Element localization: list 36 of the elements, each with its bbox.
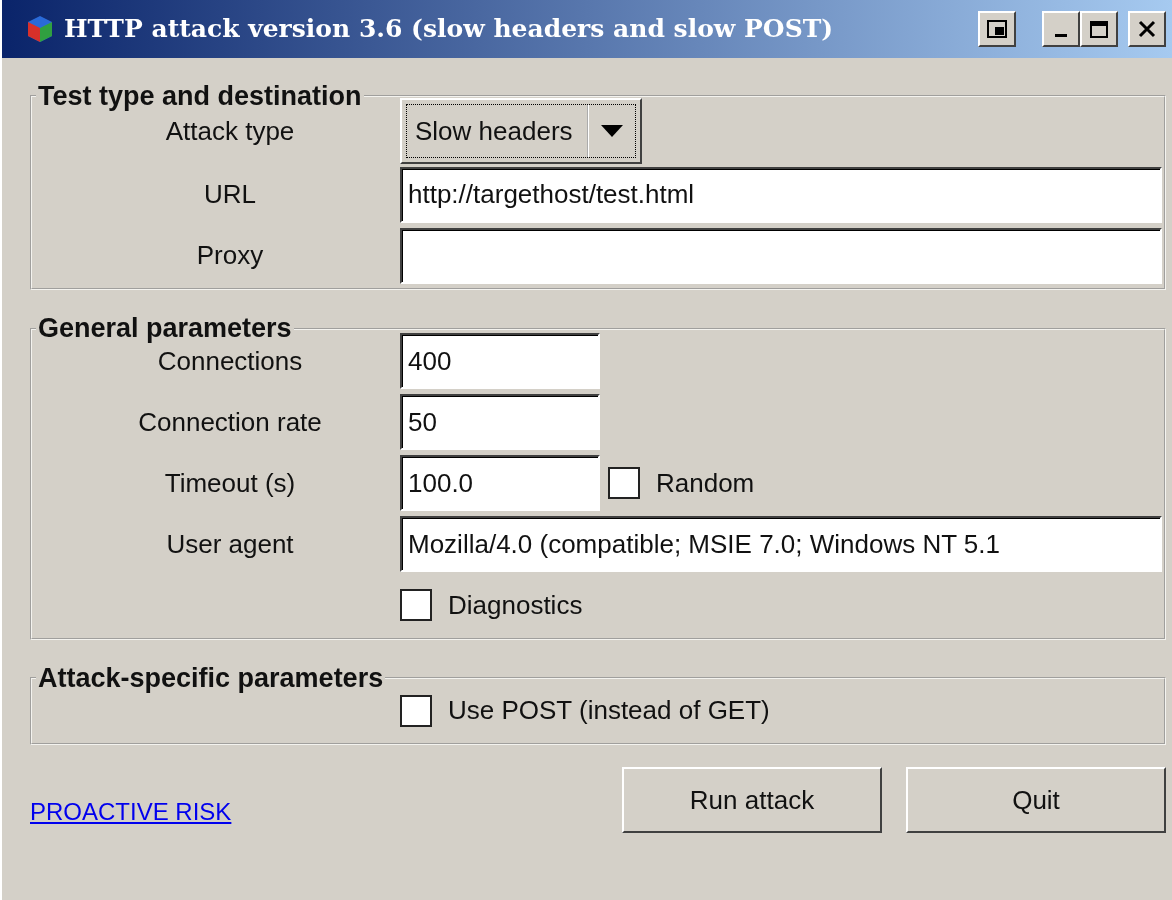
field-label: Attack type xyxy=(164,114,296,148)
close-button[interactable] xyxy=(1128,11,1166,47)
maximize-button[interactable] xyxy=(1080,11,1118,47)
input-field[interactable] xyxy=(400,227,1162,284)
field-label: Connection rate xyxy=(137,405,323,439)
group-title: Attack-specific parameters xyxy=(37,661,385,695)
button[interactable]: Run attack xyxy=(622,767,882,834)
link[interactable]: PROACTIVE RISK xyxy=(30,794,232,831)
input-field[interactable]: http://targethost/test.html xyxy=(400,166,1162,223)
button[interactable]: Quit xyxy=(906,767,1166,834)
checkbox[interactable] xyxy=(400,694,432,727)
cube-icon xyxy=(26,14,54,44)
field-label: User agent xyxy=(165,527,295,561)
checkbox[interactable] xyxy=(400,589,432,622)
minimize-icon xyxy=(1055,34,1067,37)
minimize-button[interactable] xyxy=(1042,11,1080,47)
field-label: Proxy xyxy=(195,239,265,273)
window-icon xyxy=(986,19,1008,39)
input-field[interactable]: 100.0 xyxy=(400,455,600,512)
field-label: URL xyxy=(203,178,257,212)
checkbox[interactable] xyxy=(608,467,640,500)
group-title: General parameters xyxy=(37,312,293,345)
field-label: Connections xyxy=(156,344,304,378)
close-icon xyxy=(1137,19,1157,39)
maximize-icon xyxy=(1089,19,1109,39)
window-title: HTTP attack version 3.6 (slow headers and slow POST) xyxy=(64,13,835,46)
input-field[interactable]: Mozilla/4.0 (compatible; MSIE 7.0; Windows NT 5.1 xyxy=(400,516,1162,573)
input-field[interactable]: 50 xyxy=(400,394,600,451)
checkbox-label: Use POST (instead of GET) xyxy=(448,694,770,728)
restore-button[interactable] xyxy=(978,11,1016,47)
input-field[interactable]: 400 xyxy=(400,333,600,390)
field-label: Timeout (s) xyxy=(163,466,297,500)
dropdown[interactable]: Slow headers xyxy=(400,98,642,165)
checkbox-label: Random xyxy=(656,466,755,500)
group-title: Test type and destination xyxy=(37,80,363,113)
checkbox-label: Diagnostics xyxy=(448,588,583,622)
